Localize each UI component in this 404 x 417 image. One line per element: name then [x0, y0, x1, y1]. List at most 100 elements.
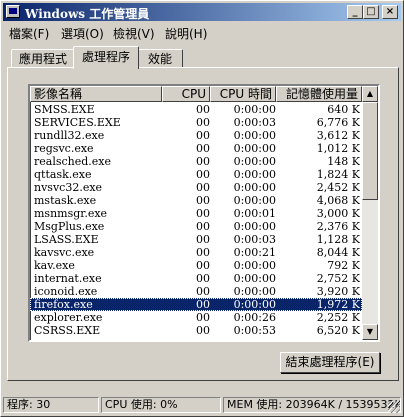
process-row[interactable]: firefox.exe 00 0:00:00 1,972 K	[30, 298, 362, 311]
process-cpu: 00	[196, 324, 210, 337]
process-row[interactable]: explorer.exe 00 0:00:26 2,252 K	[30, 311, 362, 324]
process-cpu-time: 0:00:21	[233, 246, 276, 259]
menu-options[interactable]: 選項(O)	[61, 25, 104, 42]
process-cpu: 00	[196, 207, 210, 220]
process-name: CSRSS.EXE	[34, 324, 101, 337]
process-list[interactable]: 影像名稱 CPU CPU 時間 記憶體使用量 SMSS.EXE 00 0:00:00…	[28, 84, 380, 342]
process-memory: 148 K	[327, 155, 360, 168]
process-memory: 3,612 K	[316, 129, 360, 142]
status-process-count: 程序: 30	[3, 397, 99, 413]
minimize-button[interactable]: _	[347, 5, 363, 19]
column-cpu-time[interactable]: CPU 時間	[210, 86, 276, 102]
tab-applications[interactable]: 應用程式	[11, 49, 75, 68]
process-row[interactable]: regsvc.exe 00 0:00:00 1,012 K	[30, 142, 362, 155]
process-row[interactable]: MsgPlus.exe 00 0:00:00 2,376 K	[30, 220, 362, 233]
process-row[interactable]: iconoid.exe 00 0:00:00 3,920 K	[30, 285, 362, 298]
process-cpu-time: 0:00:00	[233, 285, 276, 298]
process-row[interactable]: rundll32.exe 00 0:00:00 3,612 K	[30, 129, 362, 142]
column-cpu[interactable]: CPU	[162, 86, 210, 102]
process-cpu: 00	[196, 220, 210, 233]
menu-help[interactable]: 說明(H)	[165, 25, 207, 42]
process-name: kav.exe	[34, 259, 75, 272]
process-memory: 2,452 K	[316, 181, 360, 194]
process-rows: SMSS.EXE 00 0:00:00 640 K SERVICES.EXE 00 0:00…	[30, 103, 362, 337]
process-name: mstask.exe	[34, 194, 97, 207]
scroll-up-button[interactable]: ▲	[362, 86, 378, 102]
process-row[interactable]: kavsvc.exe 00 0:00:21 8,044 K	[30, 246, 362, 259]
process-cpu-time: 0:00:53	[233, 324, 276, 337]
process-row[interactable]: nvsvc32.exe 00 0:00:00 2,452 K	[30, 181, 362, 194]
process-memory: 4,068 K	[316, 194, 360, 207]
process-memory: 1,972 K	[316, 298, 360, 311]
process-cpu-time: 0:00:00	[233, 155, 276, 168]
process-cpu: 00	[196, 155, 210, 168]
process-row[interactable]: SMSS.EXE 00 0:00:00 640 K	[30, 103, 362, 116]
process-memory: 8,044 K	[316, 246, 360, 259]
process-name: internat.exe	[34, 272, 102, 285]
process-name: firefox.exe	[34, 298, 93, 311]
process-cpu-time: 0:00:00	[233, 220, 276, 233]
process-cpu-time: 0:00:00	[233, 272, 276, 285]
resize-grip[interactable]	[388, 401, 400, 413]
end-process-button[interactable]: 結束處理程序(E)	[280, 352, 380, 373]
process-row[interactable]: qttask.exe 00 0:00:00 1,824 K	[30, 168, 362, 181]
process-memory: 3,920 K	[316, 285, 360, 298]
process-cpu-time: 0:00:00	[233, 129, 276, 142]
process-cpu: 00	[196, 285, 210, 298]
process-memory: 2,376 K	[316, 220, 360, 233]
process-name: explorer.exe	[34, 311, 103, 324]
column-memory[interactable]: 記憶體使用量	[276, 86, 362, 102]
process-name: SMSS.EXE	[34, 103, 95, 116]
process-memory: 2,752 K	[316, 272, 360, 285]
maximize-button[interactable]: □	[363, 5, 379, 19]
process-cpu: 00	[196, 311, 210, 324]
status-bar: 程序: 30 CPU 使用: 0% MEM 使用: 203964K / 1539…	[3, 397, 401, 414]
task-manager-window: Windows 工作管理員 _ □ × 檔案(F) 選項(O) 檢視(V) 說明…	[0, 0, 404, 417]
process-cpu-time: 0:00:00	[233, 103, 276, 116]
process-name: realsched.exe	[34, 155, 112, 168]
process-row[interactable]: LSASS.EXE 00 0:00:03 1,128 K	[30, 233, 362, 246]
process-cpu: 00	[196, 129, 210, 142]
process-cpu: 00	[196, 298, 210, 311]
process-name: SERVICES.EXE	[34, 116, 121, 129]
process-cpu: 00	[196, 272, 210, 285]
menu-file[interactable]: 檔案(F)	[9, 25, 49, 42]
scroll-thumb[interactable]	[362, 102, 378, 200]
process-name: MsgPlus.exe	[34, 220, 105, 233]
close-button[interactable]: ×	[382, 5, 398, 19]
menu-bar: 檔案(F) 選項(O) 檢視(V) 說明(H)	[3, 23, 401, 41]
process-name: regsvc.exe	[34, 142, 94, 155]
tab-performance[interactable]: 效能	[137, 49, 183, 68]
menu-view[interactable]: 檢視(V)	[113, 25, 155, 42]
process-cpu: 00	[196, 246, 210, 259]
process-memory: 6,520 K	[316, 324, 360, 337]
process-row[interactable]: CSRSS.EXE 00 0:00:53 6,520 K	[30, 324, 362, 337]
title-bar[interactable]: Windows 工作管理員 _ □ ×	[3, 3, 401, 21]
process-memory: 1,824 K	[316, 168, 360, 181]
vertical-scrollbar[interactable]: ▲ ▼	[362, 86, 378, 340]
process-memory: 6,776 K	[316, 116, 360, 129]
process-memory: 3,000 K	[316, 207, 360, 220]
process-cpu: 00	[196, 181, 210, 194]
scroll-down-button[interactable]: ▼	[362, 324, 378, 340]
column-image-name[interactable]: 影像名稱	[30, 86, 162, 102]
process-cpu-time: 0:00:00	[233, 259, 276, 272]
process-row[interactable]: internat.exe 00 0:00:00 2,752 K	[30, 272, 362, 285]
process-memory: 2,252 K	[316, 311, 360, 324]
tab-processes[interactable]: 處理程序	[73, 46, 139, 69]
process-name: nvsvc32.exe	[34, 181, 103, 194]
process-name: iconoid.exe	[34, 285, 98, 298]
process-row[interactable]: msnmsgr.exe 00 0:00:01 3,000 K	[30, 207, 362, 220]
process-row[interactable]: mstask.exe 00 0:00:00 4,068 K	[30, 194, 362, 207]
process-cpu: 00	[196, 233, 210, 246]
process-cpu: 00	[196, 142, 210, 155]
status-mem-usage: MEM 使用: 203964K / 1539532K	[223, 397, 401, 413]
process-memory: 1,128 K	[316, 233, 360, 246]
process-cpu-time: 0:00:00	[233, 298, 276, 311]
window-title: Windows 工作管理員	[25, 7, 150, 21]
process-cpu-time: 0:00:26	[233, 311, 276, 324]
process-row[interactable]: SERVICES.EXE 00 0:00:03 6,776 K	[30, 116, 362, 129]
process-row[interactable]: realsched.exe 00 0:00:00 148 K	[30, 155, 362, 168]
process-row[interactable]: kav.exe 00 0:00:00 792 K	[30, 259, 362, 272]
process-name: qttask.exe	[34, 168, 92, 181]
